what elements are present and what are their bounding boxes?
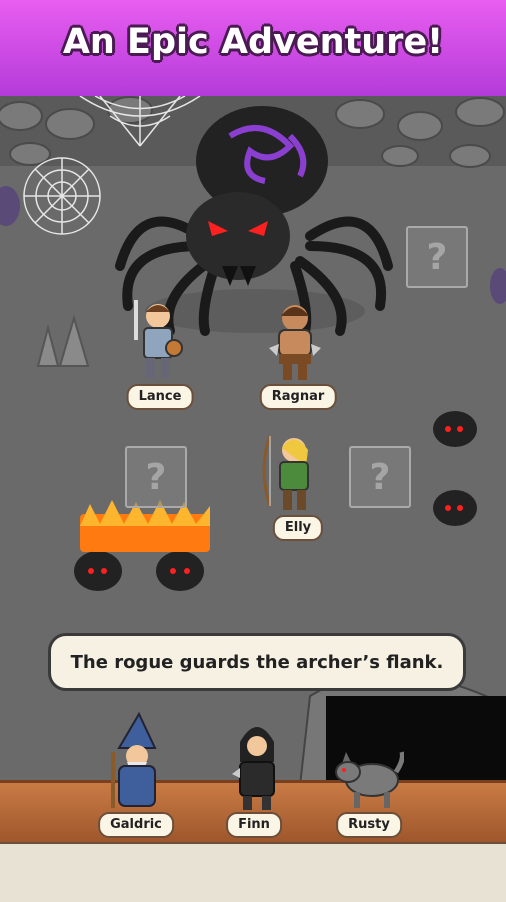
bottom-panel (0, 842, 506, 902)
hidden-slot-left[interactable]: ? (125, 446, 187, 508)
rogue-icon[interactable] (226, 712, 288, 812)
wizard-icon[interactable] (105, 712, 167, 812)
cobweb-left (23, 157, 101, 235)
hidden-slot-right-top[interactable]: ? (406, 226, 468, 288)
title-banner: An Epic Adventure! (0, 0, 506, 96)
hero-nameplate-elly: Elly (272, 515, 324, 541)
archer-icon[interactable] (262, 430, 322, 516)
hero-nameplate-finn: Finn (226, 812, 282, 838)
hero-nameplate-galdric: Galdric (98, 812, 174, 838)
banner-title: An Epic Adventure! (62, 22, 444, 62)
wolf-icon[interactable] (332, 742, 404, 810)
hidden-slot-right[interactable]: ? (349, 446, 411, 508)
hero-nameplate-lance: Lance (126, 384, 194, 410)
hint-dialog: The rogue guards the archer’s flank. (48, 633, 466, 691)
barbarian-icon[interactable] (265, 298, 325, 384)
hero-nameplate-rusty: Rusty (336, 812, 402, 838)
knight-icon[interactable] (128, 296, 188, 384)
hero-nameplate-ragnar: Ragnar (259, 384, 337, 410)
